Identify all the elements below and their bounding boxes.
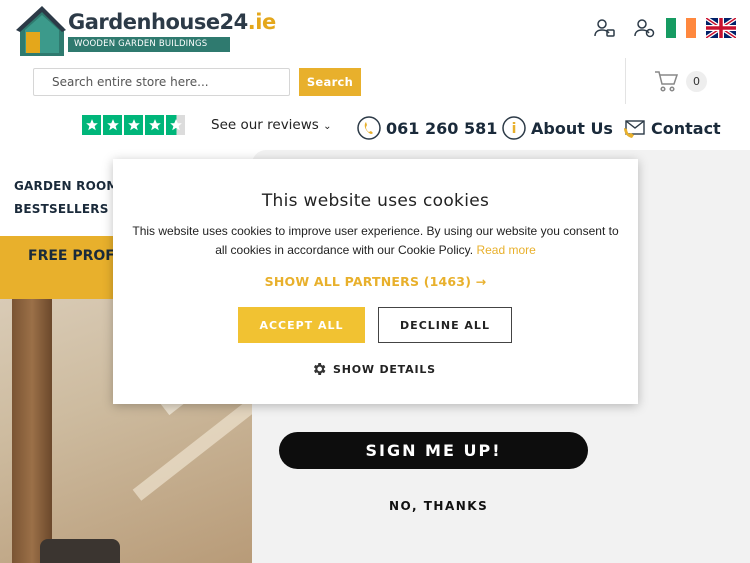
star-icon (124, 115, 143, 135)
ireland-flag-icon[interactable] (666, 18, 696, 38)
photo-beam (132, 391, 252, 501)
logo-tagline: WOODEN GARDEN BUILDINGS (68, 37, 230, 52)
sign-me-up-button[interactable]: SIGN ME UP! (279, 432, 588, 469)
user-login-icon[interactable] (592, 16, 616, 40)
star-icon (103, 115, 122, 135)
half-star-icon (166, 115, 185, 135)
phone-link[interactable]: 061 260 581 (357, 115, 497, 141)
contact-link[interactable]: Contact (622, 115, 721, 141)
promo-banner-text: FREE PROFE (28, 248, 125, 264)
about-us-link[interactable]: i About Us (502, 115, 613, 141)
mail-phone-icon (624, 120, 645, 138)
svg-text:i: i (512, 121, 517, 137)
uk-flag-icon[interactable] (706, 18, 736, 38)
see-reviews-link[interactable]: See our reviews ⌄ (211, 117, 332, 133)
cookie-body: This website uses cookies to improve use… (129, 222, 622, 260)
chevron-down-icon: ⌄ (323, 121, 332, 132)
header-divider (625, 58, 626, 104)
logo-name-main: Gardenhouse24 (68, 10, 248, 34)
read-more-link[interactable]: Read more (476, 243, 535, 257)
logo-name-tld: .ie (247, 10, 276, 34)
decline-all-button[interactable]: DECLINE ALL (378, 307, 512, 343)
house-logo-icon (16, 6, 66, 56)
phone-icon (357, 116, 381, 140)
show-partners-link[interactable]: SHOW ALL PARTNERS (1463) → (113, 274, 638, 289)
cookie-body-text: This website uses cookies to improve use… (132, 224, 619, 257)
accept-all-button[interactable]: ACCEPT ALL (238, 307, 365, 343)
photo-pole (12, 299, 52, 563)
site-logo[interactable]: Gardenhouse24.ie WOODEN GARDEN BUILDINGS (16, 6, 276, 60)
about-us-label: About Us (531, 118, 613, 138)
show-details-label: SHOW DETAILS (333, 362, 436, 376)
phone-number: 061 260 581 (386, 118, 498, 138)
search-input[interactable] (33, 68, 290, 96)
cart-count-badge[interactable]: 0 (686, 71, 707, 92)
contact-label: Contact (651, 118, 721, 138)
logo-name: Gardenhouse24.ie (68, 10, 276, 34)
see-reviews-label: See our reviews (211, 117, 319, 133)
trustpilot-rating[interactable] (82, 115, 185, 135)
gear-icon (313, 363, 326, 375)
star-icon (145, 115, 164, 135)
nav-item-garden-room[interactable]: GARDEN ROOM (14, 179, 119, 193)
star-icon (82, 115, 101, 135)
photo-object (40, 539, 120, 563)
info-icon: i (502, 116, 526, 140)
nav-item-bestsellers[interactable]: BESTSELLERS (14, 202, 109, 216)
user-register-icon[interactable] (632, 16, 656, 40)
search-button[interactable]: Search (299, 68, 361, 96)
no-thanks-link[interactable]: NO, THANKS (389, 499, 488, 513)
show-details-toggle[interactable]: SHOW DETAILS (311, 361, 436, 377)
cookie-consent-dialog: This website uses cookies This website u… (113, 159, 638, 404)
cookie-title: This website uses cookies (261, 191, 490, 211)
cart-icon[interactable] (654, 70, 678, 92)
